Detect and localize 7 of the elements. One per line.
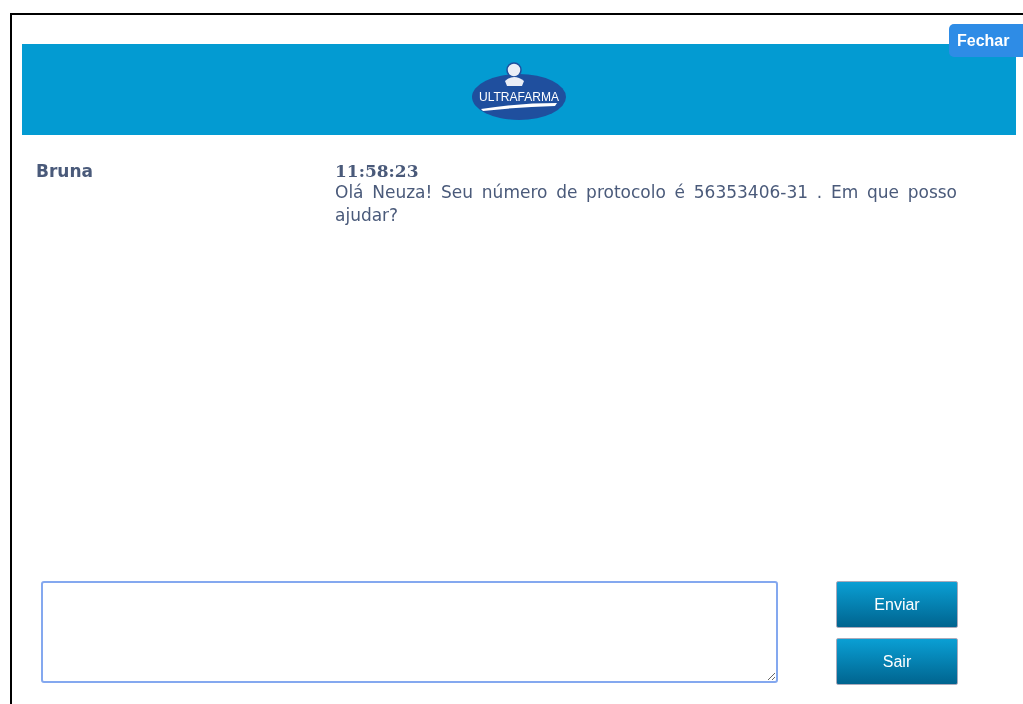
send-button[interactable]: Enviar — [836, 581, 958, 628]
sender-name: Bruna — [36, 161, 95, 183]
close-button[interactable]: Fechar — [949, 24, 1023, 57]
message-field[interactable] — [41, 581, 778, 683]
exit-button[interactable]: Sair — [836, 638, 958, 685]
message-time: 11:58:23 — [335, 161, 420, 181]
message-text: Olá Neuza! Seu número de protocolo é 56353406-31 . Em que posso ajudar? — [335, 181, 957, 227]
